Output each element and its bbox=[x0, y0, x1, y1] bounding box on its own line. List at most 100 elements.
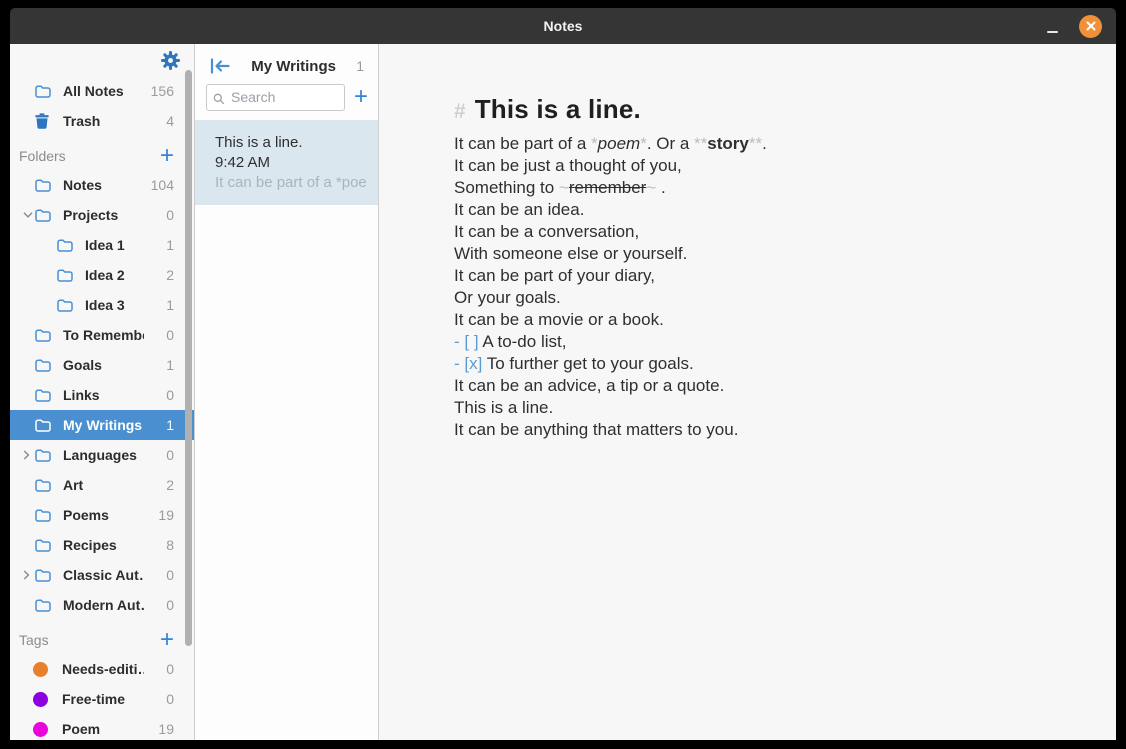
tag-label: Needs-editi… bbox=[62, 661, 144, 677]
notes-window: Notes bbox=[10, 8, 1116, 740]
sidebar-label: Trash bbox=[63, 113, 144, 129]
folder-item-goals[interactable]: Goals1 bbox=[10, 350, 194, 380]
text-segment: . bbox=[762, 134, 767, 153]
window-title: Notes bbox=[544, 18, 583, 34]
folder-icon bbox=[35, 209, 51, 222]
sidebar-item-all-notes[interactable]: All Notes156 bbox=[10, 76, 194, 106]
gear-icon[interactable] bbox=[161, 51, 180, 70]
search-input[interactable] bbox=[206, 84, 345, 111]
sidebar-scrollbar[interactable] bbox=[185, 70, 192, 646]
editor-line[interactable]: It can be anything that matters to you. bbox=[454, 419, 1086, 441]
text-segment: ~ bbox=[646, 178, 656, 197]
note-item-preview: It can be part of a *poe… bbox=[215, 174, 368, 191]
tag-label: Free-time bbox=[62, 691, 144, 707]
folder-item-classic-aut[interactable]: Classic Aut…0 bbox=[10, 560, 194, 590]
folder-item-languages[interactable]: Languages0 bbox=[10, 440, 194, 470]
folder-count: 1 bbox=[144, 237, 174, 253]
folder-item-projects[interactable]: Projects0 bbox=[10, 200, 194, 230]
folder-label: My Writings bbox=[63, 417, 144, 433]
chevron-right-icon[interactable] bbox=[23, 450, 30, 460]
editor-line[interactable]: - [x] To further get to your goals. bbox=[454, 353, 1086, 375]
add-folder-button[interactable]: + bbox=[160, 146, 174, 166]
tag-color-dot bbox=[33, 662, 48, 677]
text-segment: To further get to your goals. bbox=[487, 354, 694, 373]
editor-line[interactable]: It can be a conversation, bbox=[454, 221, 1086, 243]
text-segment: ~ bbox=[559, 178, 569, 197]
text-segment: It can be part of a bbox=[454, 134, 591, 153]
folder-item-modern-aut[interactable]: Modern Aut…0 bbox=[10, 590, 194, 620]
chevron-right-icon[interactable] bbox=[23, 570, 30, 580]
folder-item-to-remember[interactable]: To Remember0 bbox=[10, 320, 194, 350]
minimize-button[interactable] bbox=[1039, 13, 1065, 39]
editor-line[interactable]: Something to ~remember~ . bbox=[454, 177, 1086, 199]
tags-section-header: Tags + bbox=[10, 620, 194, 654]
note-list-item[interactable]: This is a line.9:42 AMIt can be part of … bbox=[195, 120, 378, 205]
close-icon bbox=[1086, 21, 1096, 31]
folder-count: 0 bbox=[144, 597, 174, 613]
folder-count: 1 bbox=[144, 357, 174, 373]
folder-count: 0 bbox=[144, 207, 174, 223]
folder-count: 0 bbox=[144, 567, 174, 583]
new-note-button[interactable]: + bbox=[354, 87, 368, 107]
folder-item-links[interactable]: Links0 bbox=[10, 380, 194, 410]
folder-icon bbox=[35, 329, 51, 342]
folder-item-recipes[interactable]: Recipes8 bbox=[10, 530, 194, 560]
folder-count: 8 bbox=[144, 537, 174, 553]
close-button[interactable] bbox=[1079, 15, 1102, 38]
folders-sidebar: All Notes156Trash4 Folders + Notes104Pro… bbox=[10, 44, 195, 740]
tag-item-poem[interactable]: Poem19 bbox=[10, 714, 194, 740]
search-icon bbox=[213, 92, 225, 110]
text-segment: - [x] bbox=[454, 354, 487, 373]
editor-line[interactable]: Or your goals. bbox=[454, 287, 1086, 309]
text-segment: Something to bbox=[454, 178, 559, 197]
editor-line[interactable]: It can be an advice, a tip or a quote. bbox=[454, 375, 1086, 397]
folders-section-header: Folders + bbox=[10, 136, 194, 170]
sidebar-item-trash[interactable]: Trash4 bbox=[10, 106, 194, 136]
collapse-sidebar-icon[interactable] bbox=[209, 58, 231, 74]
folder-icon bbox=[57, 269, 73, 282]
folder-icon bbox=[35, 359, 51, 372]
note-heading[interactable]: # This is a line. bbox=[454, 94, 1086, 125]
editor-line[interactable]: This is a line. bbox=[454, 397, 1086, 419]
folders-section-label: Folders bbox=[19, 148, 160, 164]
folder-count: 1 bbox=[144, 297, 174, 313]
note-list-pane: My Writings 1 + This is a line.9:42 AMIt… bbox=[195, 44, 379, 740]
text-segment: With someone else or yourself. bbox=[454, 244, 687, 263]
sidebar-count: 4 bbox=[144, 113, 174, 129]
folder-item-art[interactable]: Art2 bbox=[10, 470, 194, 500]
folder-item-my-writings[interactable]: My Writings1 bbox=[10, 410, 194, 440]
folder-label: Languages bbox=[63, 447, 144, 463]
text-segment: It can be an idea. bbox=[454, 200, 584, 219]
folder-icon bbox=[35, 179, 51, 192]
folder-item-idea-2[interactable]: Idea 22 bbox=[10, 260, 194, 290]
text-segment: * bbox=[591, 134, 598, 153]
editor-line[interactable]: - [ ] A to-do list, bbox=[454, 331, 1086, 353]
tag-item-free-time[interactable]: Free-time0 bbox=[10, 684, 194, 714]
folder-count: 0 bbox=[144, 327, 174, 343]
tag-count: 0 bbox=[144, 661, 174, 677]
minimize-icon bbox=[1047, 31, 1058, 33]
editor-line[interactable]: It can be a movie or a book. bbox=[454, 309, 1086, 331]
add-tag-button[interactable]: + bbox=[160, 630, 174, 650]
folder-label: Goals bbox=[63, 357, 144, 373]
chevron-down-icon[interactable] bbox=[23, 212, 33, 219]
folder-icon bbox=[35, 449, 51, 462]
titlebar: Notes bbox=[10, 8, 1116, 44]
folder-label: Idea 1 bbox=[85, 237, 144, 253]
note-editor[interactable]: # This is a line. It can be part of a *p… bbox=[379, 44, 1116, 740]
editor-line[interactable]: It can be part of a *poem*. Or a **story… bbox=[454, 133, 1086, 155]
folder-label: Modern Aut… bbox=[63, 597, 144, 613]
folder-item-notes[interactable]: Notes104 bbox=[10, 170, 194, 200]
folder-item-idea-1[interactable]: Idea 11 bbox=[10, 230, 194, 260]
folder-item-poems[interactable]: Poems19 bbox=[10, 500, 194, 530]
folder-label: Art bbox=[63, 477, 144, 493]
folder-label: Poems bbox=[63, 507, 144, 523]
editor-line[interactable]: It can be part of your diary, bbox=[454, 265, 1086, 287]
editor-line[interactable]: It can be just a thought of you, bbox=[454, 155, 1086, 177]
folder-item-idea-3[interactable]: Idea 31 bbox=[10, 290, 194, 320]
editor-line[interactable]: With someone else or yourself. bbox=[454, 243, 1086, 265]
editor-line[interactable]: It can be an idea. bbox=[454, 199, 1086, 221]
tag-item-needs-editi[interactable]: Needs-editi…0 bbox=[10, 654, 194, 684]
folder-icon bbox=[35, 419, 51, 432]
tag-count: 0 bbox=[144, 691, 174, 707]
